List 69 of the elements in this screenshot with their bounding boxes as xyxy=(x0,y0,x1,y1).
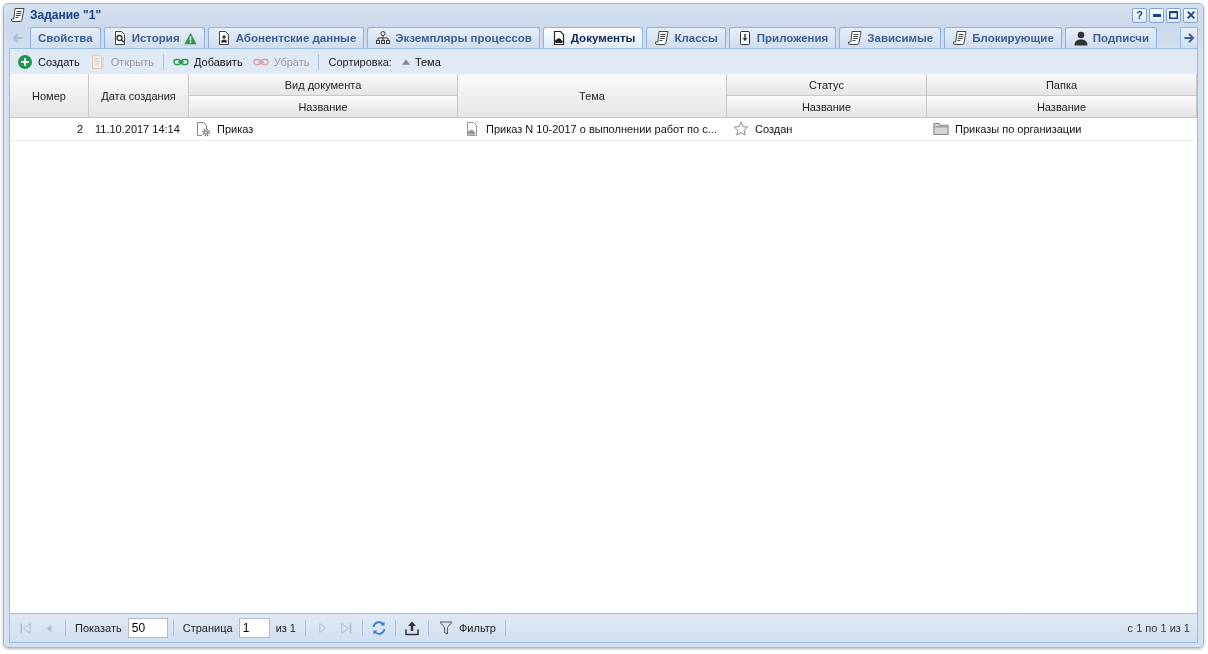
link-icon xyxy=(252,57,269,66)
document-gear-icon xyxy=(195,121,211,137)
tab[interactable]: Приложения xyxy=(728,27,837,48)
table-cell: Создан xyxy=(755,123,793,135)
document-icon xyxy=(89,53,106,70)
paging-summary: с 1 по 1 из 1 xyxy=(1127,622,1191,634)
refresh-icon xyxy=(371,620,387,636)
tab[interactable]: Свойства xyxy=(30,27,101,48)
next-page-icon xyxy=(318,623,326,633)
page-count-label: из 1 xyxy=(274,622,297,634)
column-header[interactable]: Название xyxy=(927,96,1197,118)
table-cell: Приказ N 10-2017 о выполнении работ по с... xyxy=(486,123,717,135)
scroll-icon xyxy=(952,30,969,46)
person-icon xyxy=(1072,30,1089,46)
add-button[interactable]: Добавить xyxy=(169,51,247,72)
column-header[interactable]: Название xyxy=(189,96,458,118)
scroll-right-button[interactable] xyxy=(1180,27,1198,48)
help-button[interactable]: ? xyxy=(1132,7,1147,23)
filter-icon xyxy=(438,620,454,636)
column-header[interactable]: Номер xyxy=(10,74,89,118)
column-header[interactable]: Дата создания xyxy=(89,74,189,118)
page-size-label: Показать xyxy=(74,622,123,634)
tab[interactable]: Документы xyxy=(542,27,644,48)
table-cell: 2 xyxy=(76,123,83,135)
tab[interactable]: Классы xyxy=(646,27,726,48)
column-header[interactable]: Название xyxy=(727,96,927,118)
minimize-icon xyxy=(1152,13,1161,17)
create-button[interactable]: Создать xyxy=(13,51,84,72)
tab[interactable]: История xyxy=(103,27,205,48)
hierarchy-icon xyxy=(375,30,392,46)
close-icon xyxy=(1186,11,1195,19)
sort-label: Сортировка: xyxy=(327,55,393,68)
minimize-button[interactable] xyxy=(1149,7,1164,23)
table-cell: Приказы по организации xyxy=(955,123,1082,135)
first-page-icon xyxy=(19,622,31,634)
arrow-left-icon xyxy=(13,32,23,43)
document-cloud-icon xyxy=(464,121,480,137)
page-size-field[interactable]: 50 xyxy=(127,618,168,638)
tab[interactable]: Зависимые xyxy=(839,27,942,48)
column-group-header: Папка xyxy=(927,74,1197,96)
filter-button[interactable]: Фильтр xyxy=(434,617,500,639)
page-field[interactable]: 1 xyxy=(238,618,270,638)
page-label: Страница xyxy=(181,622,234,634)
sort-ascending-icon xyxy=(401,58,410,65)
tab[interactable]: Экземпляры процессов xyxy=(367,27,540,48)
column-group-header: Вид документа xyxy=(189,74,458,96)
last-page-icon xyxy=(340,622,352,634)
scroll-icon xyxy=(10,7,26,23)
star-icon xyxy=(733,121,749,137)
table-cell: 11.10.2017 14:14 xyxy=(95,123,180,135)
window-title: Задание "1" xyxy=(30,8,103,22)
close-button[interactable] xyxy=(1183,7,1198,23)
link-icon xyxy=(173,57,189,66)
tab[interactable]: Абонентские данные xyxy=(207,27,365,48)
tab[interactable]: Подписчи xyxy=(1064,27,1158,48)
column-group-header: Статус xyxy=(727,74,927,96)
column-header[interactable]: Тема xyxy=(458,74,727,118)
plus-circle-icon xyxy=(17,53,33,70)
tab[interactable]: Блокирующие xyxy=(944,27,1062,48)
table-cell: Приказ xyxy=(217,123,254,135)
previous-page-icon xyxy=(46,623,52,633)
maximize-button[interactable] xyxy=(1166,7,1181,23)
folder-icon xyxy=(933,123,949,135)
scroll-icon xyxy=(847,30,864,46)
sort-button[interactable]: Тема xyxy=(397,51,445,72)
maximize-icon xyxy=(1169,11,1178,19)
arrow-right-icon xyxy=(1184,33,1194,43)
upload-icon xyxy=(404,620,420,636)
scroll-icon xyxy=(654,30,671,46)
